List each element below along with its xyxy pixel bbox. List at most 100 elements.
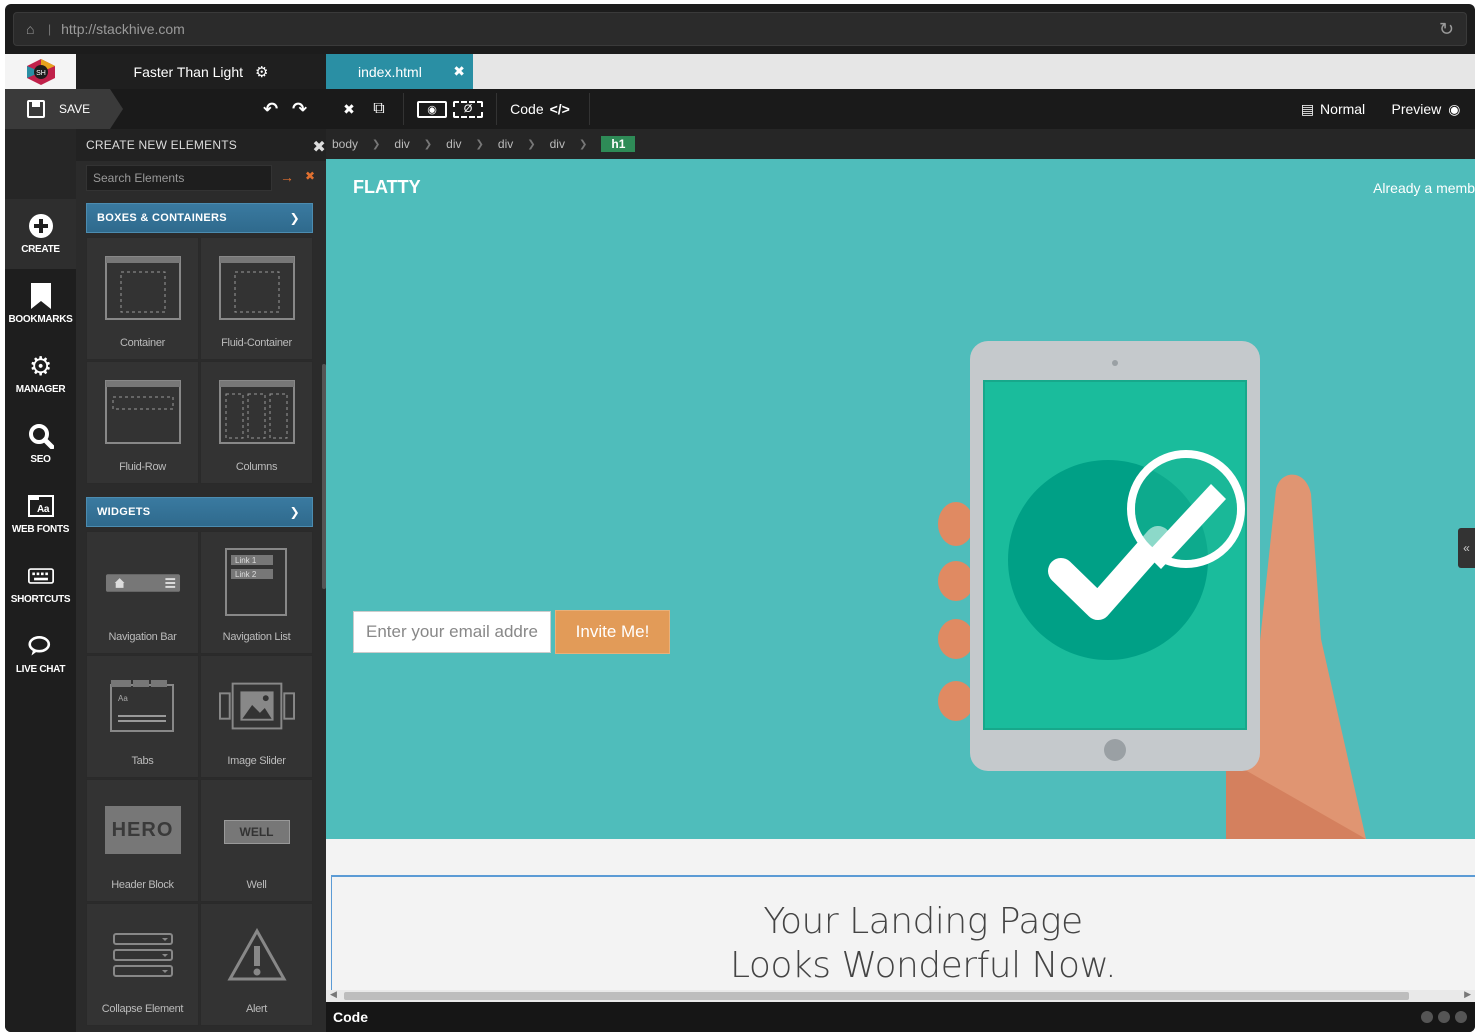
reload-icon[interactable]: ↻ <box>1439 19 1454 40</box>
scroll-left-icon[interactable]: ◀ <box>330 989 337 1000</box>
element-container[interactable]: Container <box>86 237 199 360</box>
element-header-block[interactable]: HERO Header Block <box>86 779 199 902</box>
breadcrumb-item[interactable]: div <box>446 137 461 151</box>
redo-icon[interactable]: ↷ <box>292 89 307 129</box>
element-label: Header Block <box>111 879 174 891</box>
breadcrumb-separator: ❯ <box>372 138 381 150</box>
file-tab-label: index.html <box>358 63 422 80</box>
breadcrumb-item[interactable]: body <box>332 137 358 151</box>
section-widgets[interactable]: WIDGETS ❯ <box>86 497 313 527</box>
element-label: Navigation List <box>222 631 291 643</box>
brand-logo-text[interactable]: FLATTY <box>353 177 421 198</box>
search-row: Search Elements → ✖ <box>76 161 326 195</box>
sidebar-item-live-chat[interactable]: LIVE CHAT <box>5 619 76 689</box>
code-view-button[interactable]: Code </> <box>510 89 570 129</box>
element-well[interactable]: WELL Well <box>200 779 313 902</box>
element-label: Alert <box>245 1003 268 1015</box>
hero-section[interactable]: FLATTY Already a memb Enter your email a… <box>326 159 1475 839</box>
home-icon[interactable]: ⌂ <box>26 21 44 37</box>
address-bar[interactable]: ⌂ | http://stackhive.com ↻ <box>13 12 1467 46</box>
element-image-slider[interactable]: Image Slider <box>200 655 313 778</box>
sidebar-spacer <box>5 129 76 199</box>
element-label: Collapse Element <box>101 1003 184 1015</box>
tabs-thumb-icon: Aa <box>105 674 181 740</box>
preview-button[interactable]: Preview ◉ <box>1388 89 1464 129</box>
sidebar-item-shortcuts[interactable]: SHORTCUTS <box>5 549 76 619</box>
collapse-code-icon[interactable] <box>1421 1011 1433 1023</box>
visible-toggle-button[interactable]: ◉ <box>416 89 448 129</box>
email-input[interactable]: Enter your email addre <box>353 611 551 653</box>
landing-headline[interactable]: Your Landing Page Looks Wonderful Now. <box>326 900 1475 988</box>
eye-icon: ◉ <box>417 100 447 118</box>
breadcrumb-item[interactable]: div <box>550 137 565 151</box>
canvas-horizontal-scrollbar[interactable]: ◀ ▶ <box>326 989 1475 1002</box>
close-tab-icon[interactable]: ✖ <box>453 63 465 80</box>
headline-line-1: Your Landing Page <box>763 901 1083 942</box>
already-member-link[interactable]: Already a memb <box>1373 180 1475 196</box>
address-separator: | <box>48 22 52 36</box>
clear-search-icon[interactable]: ✖ <box>305 169 315 183</box>
breadcrumb-item-active[interactable]: h1 <box>601 136 636 152</box>
sidebar-item-bookmarks[interactable]: BOOKMARKS <box>5 269 76 339</box>
keyboard-icon <box>27 563 54 589</box>
element-label: Tabs <box>131 755 154 767</box>
toolbar: SAVE ↶ ↷ ✖ ⧉ ◉ Ø Code </> ▤ Normal Previ… <box>5 89 1475 129</box>
app-logo[interactable]: SH <box>5 54 76 89</box>
sidebar-item-label: SEO <box>30 454 51 465</box>
project-name: Faster Than Light <box>133 63 244 80</box>
scroll-right-icon[interactable]: ▶ <box>1464 989 1471 1000</box>
design-canvas[interactable]: FLATTY Already a memb Enter your email a… <box>326 159 1475 990</box>
element-fluid-container[interactable]: Fluid-Container <box>200 237 313 360</box>
hidden-toggle-button[interactable]: Ø <box>452 89 484 129</box>
well-thumb-icon: WELL <box>223 820 290 844</box>
expand-right-panel-icon[interactable]: « <box>1458 528 1475 568</box>
file-tab-index[interactable]: index.html ✖ <box>326 54 473 89</box>
breadcrumb-item[interactable]: div <box>498 137 513 151</box>
stackhive-logo-icon: SH <box>26 58 55 85</box>
url-text[interactable]: http://stackhive.com <box>61 21 1439 37</box>
gear-icon[interactable]: ⚙ <box>255 63 268 81</box>
breadcrumb-separator: ❯ <box>475 138 484 150</box>
project-tab[interactable]: Faster Than Light ⚙ <box>76 54 326 89</box>
element-tabs[interactable]: Aa Tabs <box>86 655 199 778</box>
section-title: WIDGETS <box>97 506 151 518</box>
panel-title: CREATE NEW ELEMENTS <box>86 138 237 152</box>
sidebar-item-seo[interactable]: SEO <box>5 409 76 479</box>
tabs-row: SH Faster Than Light ⚙ index.html ✖ <box>5 54 1475 89</box>
element-navigation-bar[interactable]: Navigation Bar <box>86 531 199 654</box>
element-columns[interactable]: Columns <box>200 361 313 484</box>
back-code-icon[interactable] <box>1438 1011 1450 1023</box>
sidebar-item-manager[interactable]: ⚙ MANAGER <box>5 339 76 409</box>
search-go-icon[interactable]: → <box>280 169 294 185</box>
font-icon: Aa <box>27 493 54 519</box>
duplicate-element-icon[interactable]: ⧉ <box>369 89 389 129</box>
save-button[interactable]: SAVE <box>5 89 123 129</box>
element-fluid-row[interactable]: Fluid-Row <box>86 361 199 484</box>
toolbar-divider <box>589 93 590 125</box>
scrollbar-thumb[interactable] <box>344 992 1409 1000</box>
close-panel-icon[interactable]: ✖ <box>312 137 326 157</box>
columns-thumb-icon <box>218 380 295 446</box>
normal-view-button[interactable]: ▤ Normal <box>1298 89 1368 129</box>
sidebar-item-create[interactable]: CREATE <box>5 199 76 269</box>
tablet-hand-illustration <box>938 341 1366 839</box>
search-elements-input[interactable]: Search Elements <box>86 165 272 191</box>
element-alert[interactable]: Alert <box>200 903 313 1026</box>
breadcrumb-item[interactable]: div <box>394 137 409 151</box>
navigation-bar-thumb-icon <box>105 550 181 616</box>
alert-triangle-icon <box>219 922 295 988</box>
search-icon <box>28 423 54 449</box>
element-collapse[interactable]: Collapse Element <box>86 903 199 1026</box>
image-slider-thumb-icon <box>218 674 295 740</box>
sidebar-item-label: CREATE <box>21 244 60 255</box>
toolbar-divider <box>403 93 404 125</box>
element-navigation-list[interactable]: Link 1 Link 2 Navigation List <box>200 531 313 654</box>
close-code-icon[interactable] <box>1455 1011 1467 1023</box>
delete-element-icon[interactable]: ✖ <box>342 89 356 129</box>
nav-list-link-text: Link 2 <box>235 570 257 579</box>
section-boxes-containers[interactable]: BOXES & CONTAINERS ❯ <box>86 203 313 233</box>
sidebar-item-web-fonts[interactable]: Aa WEB FONTS <box>5 479 76 549</box>
code-panel-bar[interactable]: Code <box>326 1002 1475 1032</box>
invite-button[interactable]: Invite Me! <box>555 610 670 654</box>
undo-icon[interactable]: ↶ <box>263 89 278 129</box>
